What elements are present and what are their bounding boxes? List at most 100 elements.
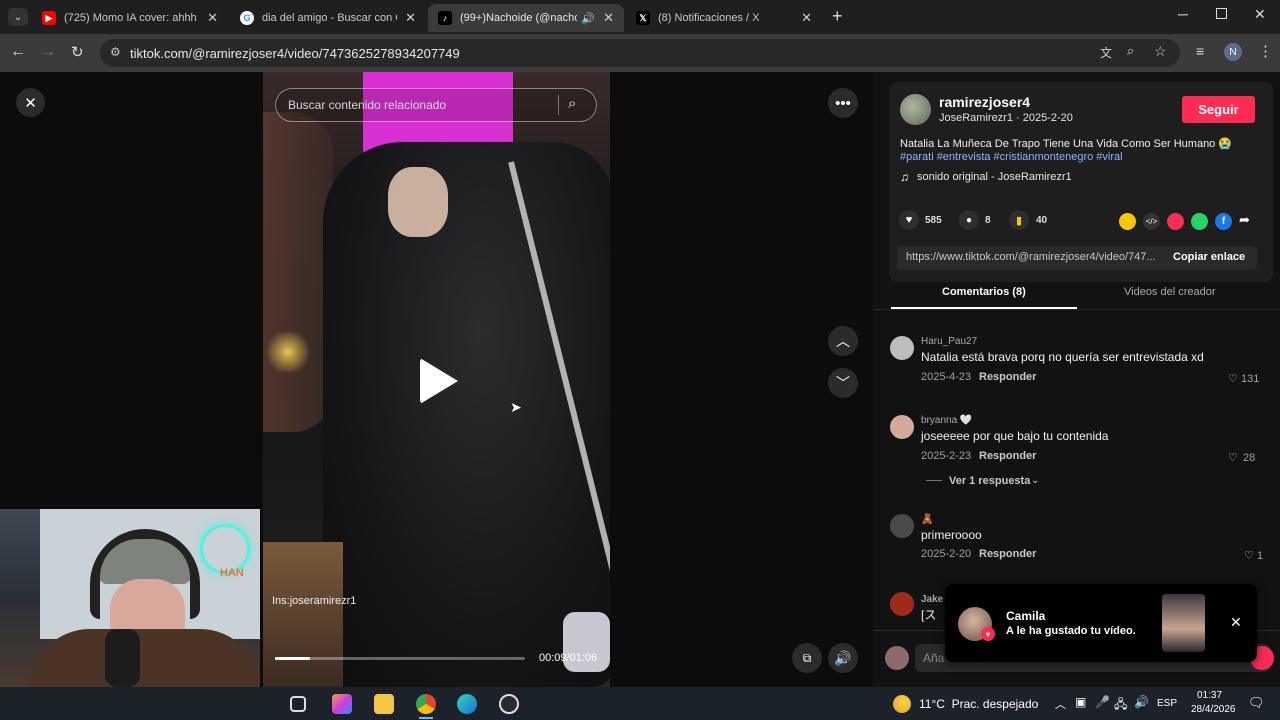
heart-badge-icon: ♥ <box>981 627 995 641</box>
search-icon[interactable]: ⌕ <box>568 95 576 112</box>
close-icon[interactable]: ✕ <box>207 10 218 26</box>
volume-icon[interactable]: 🔊 <box>1134 695 1149 709</box>
site-settings-icon[interactable]: ⚙ <box>110 45 121 59</box>
heart-outline-icon[interactable]: ♡ <box>1228 372 1238 385</box>
close-icon[interactable]: ✕ <box>405 10 416 26</box>
clock-time[interactable]: 01:37 <box>1197 690 1222 701</box>
file-explorer-icon[interactable] <box>374 694 394 714</box>
restore-button[interactable] <box>1216 8 1227 19</box>
bookmark-star-icon[interactable]: ☆ <box>1154 43 1167 60</box>
forward-arrow-icon[interactable]: → <box>40 43 56 61</box>
heart-outline-icon[interactable]: ♡ <box>1228 451 1238 464</box>
tab-search-button[interactable]: ⌄ <box>8 8 28 26</box>
x-logo-icon: 𝕏 <box>636 11 650 25</box>
media-control-icon[interactable]: ≡ <box>1196 43 1204 59</box>
menu-kebab-icon[interactable]: ⋮ <box>1258 42 1273 60</box>
pip-button[interactable]: ⧉ <box>792 643 822 673</box>
reply-button[interactable]: Responder <box>979 371 1036 383</box>
heart-outline-icon[interactable]: ♡ <box>1244 549 1254 562</box>
volume-button[interactable]: 🔊 <box>828 643 858 673</box>
tab-x[interactable]: 𝕏 (8) Notificaciones / X ✕ <box>626 4 822 32</box>
share-embed-button[interactable]: </> <box>1143 213 1160 230</box>
avatar[interactable] <box>890 592 914 616</box>
youtube-icon: ▶ <box>42 11 56 25</box>
view-replies-button[interactable]: Ver 1 respuesta <box>949 475 1030 487</box>
zoom-icon[interactable]: ⌕ <box>1127 43 1134 59</box>
chevron-up-icon[interactable]: ︿ <box>1055 696 1066 712</box>
reply-button[interactable]: Responder <box>979 548 1036 560</box>
close-icon: ✕ <box>24 94 37 112</box>
avatar[interactable] <box>890 514 914 538</box>
language-indicator[interactable]: ESP <box>1157 698 1177 709</box>
window-close-button[interactable]: ✕ <box>1254 6 1266 23</box>
sound-name[interactable]: sonido original - JoseRamirezr1 <box>917 171 1072 183</box>
minimize-button[interactable]: ─ <box>1178 6 1188 22</box>
clock-date[interactable]: 28/4/2026 <box>1191 704 1236 715</box>
more-horizontal-icon: ••• <box>835 94 851 112</box>
tray-app-icon[interactable]: ▣ <box>1075 695 1086 709</box>
share-facebook-button[interactable]: f <box>1215 213 1232 230</box>
close-icon[interactable]: ✕ <box>1230 614 1242 631</box>
reply-button[interactable]: Responder <box>979 450 1036 462</box>
notifications-icon[interactable]: 🗨 <box>1248 695 1265 711</box>
reload-icon[interactable]: ↻ <box>71 43 84 61</box>
copilot-icon[interactable] <box>332 694 352 714</box>
previous-video-button[interactable]: ︿ <box>828 326 858 356</box>
network-icon[interactable]: 🖧 <box>1114 695 1127 716</box>
task-view-icon[interactable] <box>290 696 306 712</box>
tab-tiktok[interactable]: ♪ (99+)Nachoide (@nachoide 🔊 ✕ <box>428 4 624 32</box>
copy-link-button[interactable]: Copiar enlace <box>1173 251 1245 263</box>
obs-icon[interactable] <box>499 694 519 714</box>
close-icon[interactable]: ✕ <box>603 10 614 26</box>
more-options-button[interactable]: ••• <box>828 88 858 118</box>
video-pane: ✕ Buscar contenido relacionado ⌕ Ins:jos… <box>0 72 873 687</box>
microphone-icon[interactable]: 🎤 <box>1095 695 1110 709</box>
tab-youtube[interactable]: ▶ (725) Momo IA cover: ahhh de ✕ <box>32 4 228 32</box>
comment-icon: ● <box>965 214 973 226</box>
follow-button[interactable]: Seguir <box>1182 96 1255 123</box>
share-arrow-icon[interactable]: ➦ <box>1239 212 1250 228</box>
chrome-icon[interactable] <box>416 694 436 714</box>
weather-text[interactable]: 11°C Prac. despejado <box>919 697 1038 711</box>
url-text: tiktok.com/@ramirezjoser4/video/74736252… <box>130 45 460 61</box>
tab-creator-videos[interactable]: Videos del creador <box>1124 286 1216 298</box>
play-button[interactable] <box>420 358 458 404</box>
post-hashtags[interactable]: #parati #entrevista #cristianmontenegro … <box>900 151 1123 163</box>
comment-button[interactable]: ● <box>959 210 979 230</box>
profile-avatar[interactable]: N <box>1224 43 1242 61</box>
new-tab-button[interactable]: + <box>832 6 843 27</box>
video-scene-patch <box>388 167 448 237</box>
share-send-button[interactable] <box>1167 213 1184 230</box>
translate-icon[interactable]: 文 <box>1100 44 1112 61</box>
address-bar[interactable]: ⚙ tiktok.com/@ramirezjoser4/video/747362… <box>100 39 1180 67</box>
tab-google[interactable]: G dia del amigo - Buscar con Goo ✕ <box>230 4 426 32</box>
comment-author[interactable]: bryanna 🤍 <box>921 415 972 426</box>
speaker-icon[interactable]: 🔊 <box>581 12 595 25</box>
comment-count: 8 <box>985 215 991 226</box>
comment-author[interactable]: 🧸 <box>921 514 933 525</box>
like-notification[interactable]: ♥ Camila A le ha gustado tu vídeo. ✕ <box>945 584 1257 662</box>
save-button[interactable]: ▮ <box>1009 210 1029 230</box>
avatar[interactable] <box>890 336 914 360</box>
tab-comments[interactable]: Comentarios (8) <box>942 286 1026 298</box>
next-video-button[interactable]: ﹀ <box>828 368 858 398</box>
creator-username[interactable]: ramirezjoser4 <box>939 94 1030 110</box>
creator-avatar[interactable] <box>900 94 931 125</box>
close-icon[interactable]: ✕ <box>801 10 812 26</box>
related-search-input[interactable]: Buscar contenido relacionado ⌕ <box>275 88 597 122</box>
comment-author[interactable]: Haru_Pau27 <box>921 336 977 347</box>
webcam-body <box>30 629 260 687</box>
like-button[interactable]: ♥ <box>899 210 919 230</box>
video-player[interactable]: Buscar contenido relacionado ⌕ Ins:joser… <box>263 72 610 687</box>
back-arrow-icon[interactable]: ← <box>10 43 26 61</box>
edge-icon[interactable] <box>457 694 477 714</box>
plus-icon: + <box>832 6 843 26</box>
close-video-button[interactable]: ✕ <box>16 88 45 117</box>
progress-track[interactable] <box>275 657 525 660</box>
comment-author[interactable]: Jake <box>921 594 943 605</box>
share-whatsapp-button[interactable] <box>1191 213 1208 230</box>
tab-title: (8) Notificaciones / X <box>658 12 760 24</box>
share-repost-button[interactable] <box>1119 213 1136 230</box>
details-pane: ramirezjoser4 JoseRamirezr1 · 2025-2-20 … <box>873 72 1280 687</box>
avatar[interactable] <box>890 415 914 439</box>
